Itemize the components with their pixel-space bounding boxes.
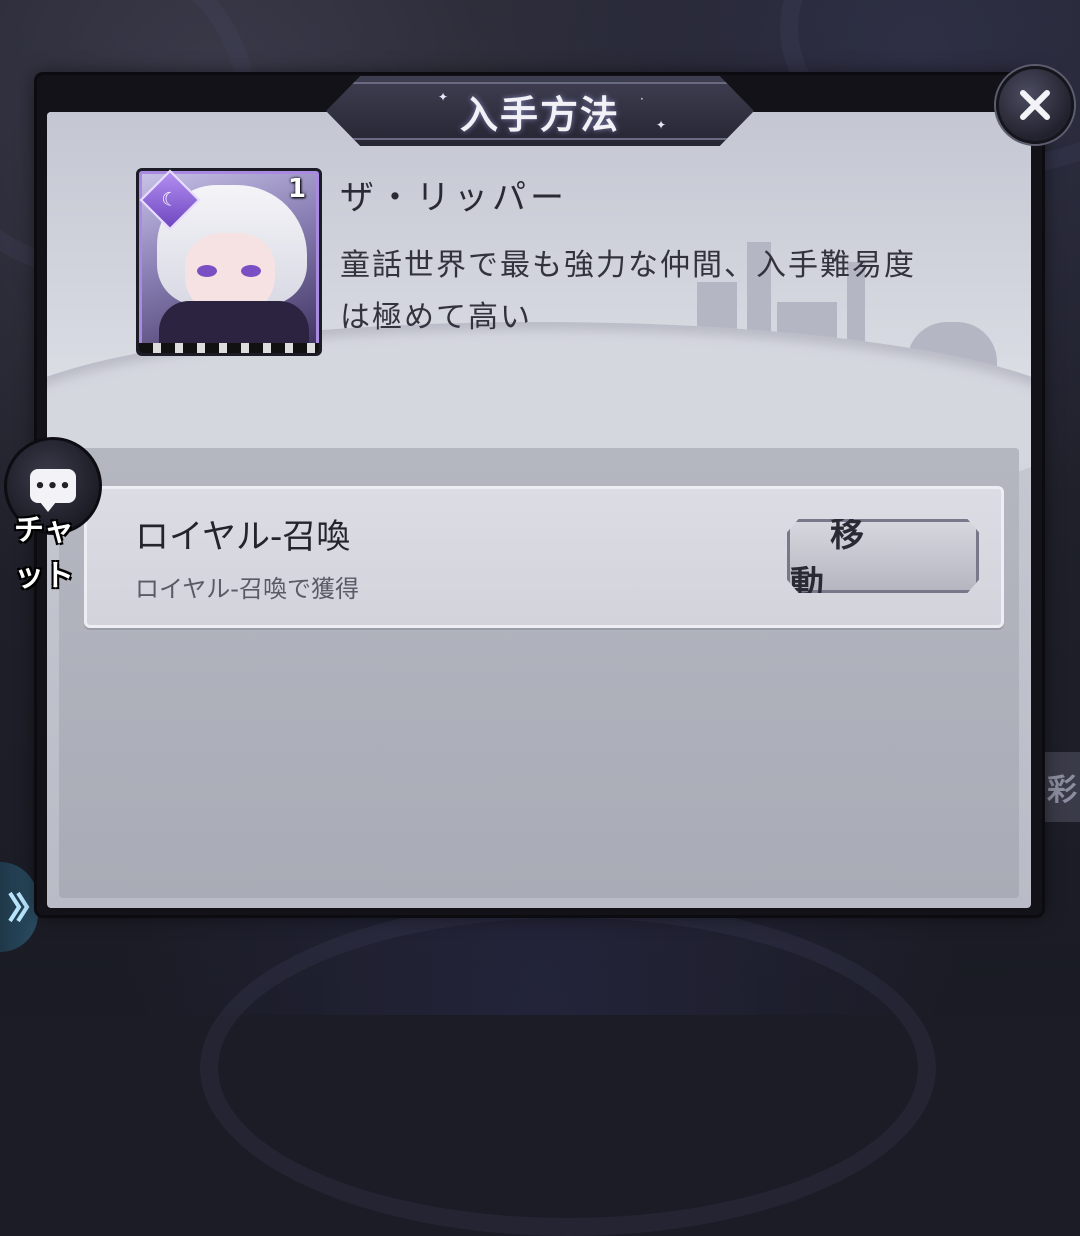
character-level: 1: [288, 174, 307, 204]
speech-bubble-icon: •••: [30, 469, 76, 512]
chat-label: チャット: [14, 513, 74, 594]
source-subtitle: ロイヤル-召喚で獲得: [135, 575, 359, 603]
background-side-text: 彩: [1044, 752, 1080, 822]
source-title: ロイヤル-召喚: [135, 517, 351, 557]
character-name: ザ・リッパー: [340, 178, 568, 218]
dialog-title: 入手方法: [459, 91, 620, 137]
go-button[interactable]: 移動: [787, 519, 979, 593]
close-button[interactable]: [996, 66, 1074, 144]
double-chevron-right-icon: [8, 891, 30, 923]
dialog-title-plate: ✦ ✦ · 入手方法: [326, 76, 754, 146]
character-description: 童話世界で最も強力な仲間、入手難易度は極めて高い: [340, 248, 916, 335]
close-icon: [1020, 90, 1050, 120]
source-list-item: ロイヤル-召喚 ロイヤル-召喚で獲得 移動: [84, 486, 1004, 628]
